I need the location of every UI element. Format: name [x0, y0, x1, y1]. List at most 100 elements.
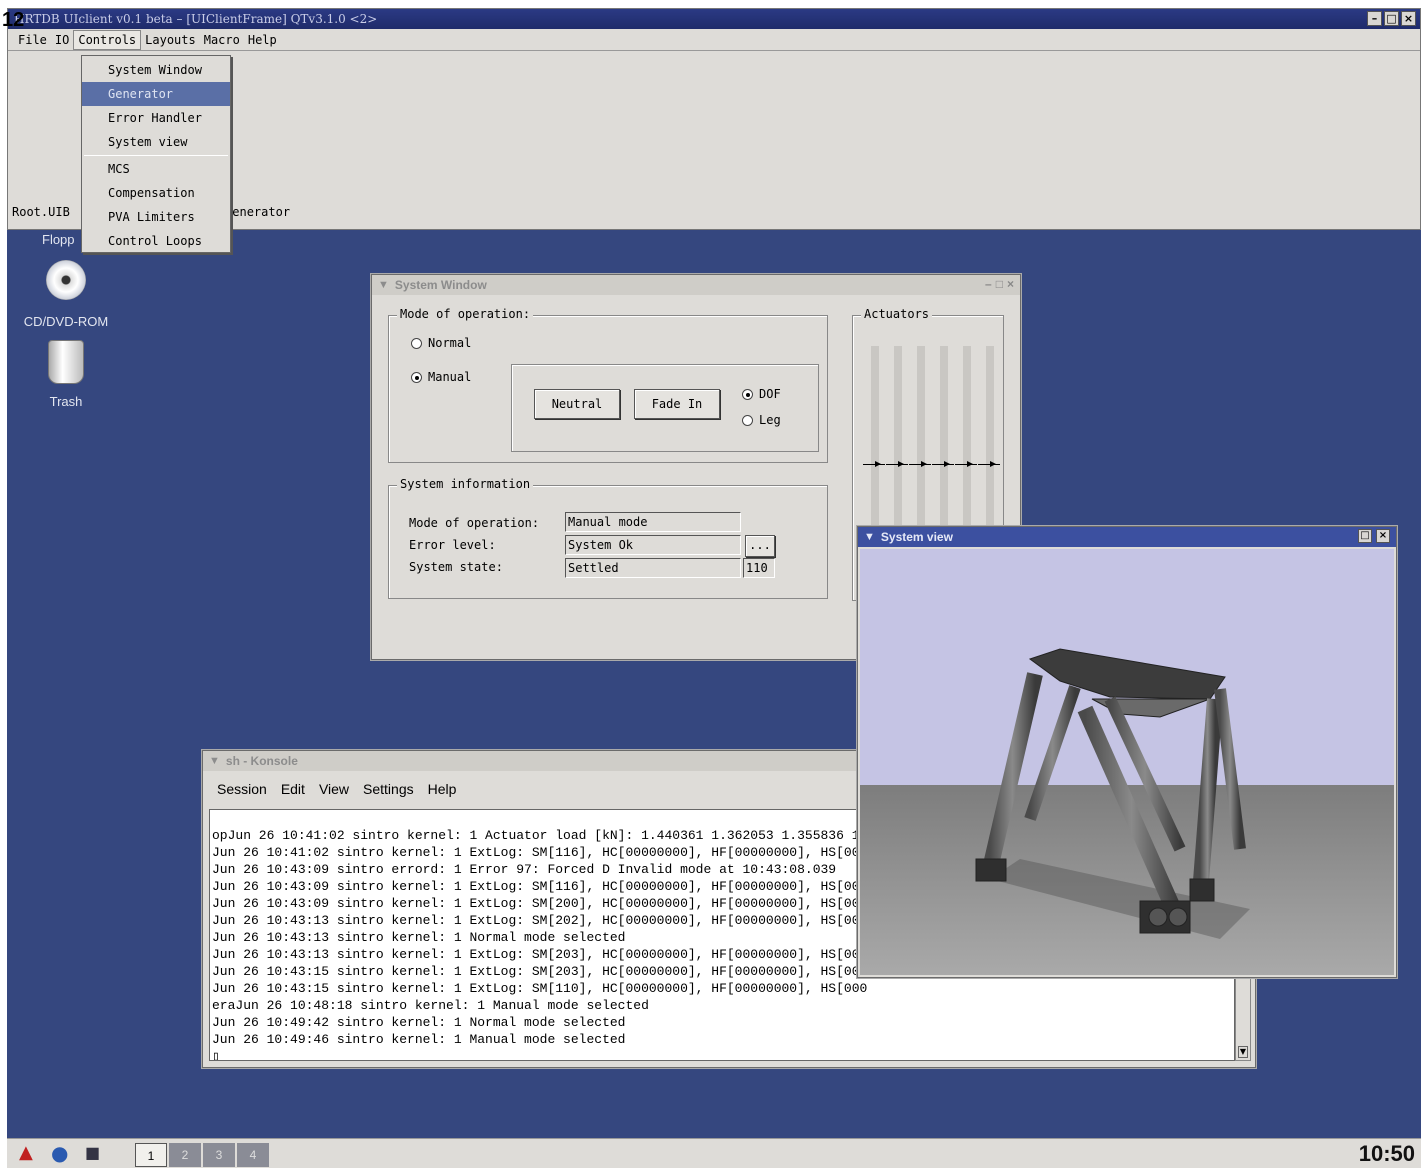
menu-item-compensation[interactable]: Compensation: [82, 181, 230, 205]
system-view-window: ▼ System view □ ×: [857, 526, 1397, 978]
system-info-title: System information: [397, 477, 534, 491]
fade-in-button[interactable]: Fade In: [634, 389, 720, 419]
figure-number: 12: [2, 9, 25, 31]
konsole-menu-edit[interactable]: Edit: [281, 781, 305, 797]
main-titlebar[interactable]: HRTDB UIclient v0.1 beta – [UIClientFram…: [8, 9, 1420, 29]
menu-item-control-loops[interactable]: Control Loops: [82, 229, 230, 253]
state-code-field: 110: [743, 558, 775, 578]
menu-macro[interactable]: Macro: [200, 31, 244, 49]
log-line: Jun 26 10:49:46 sintro kernel: 1 Manual …: [212, 1032, 626, 1047]
desktop-4-button[interactable]: 4: [237, 1143, 269, 1167]
mode-group-title: Mode of operation:: [397, 307, 534, 321]
floppy-label: Flopp: [42, 232, 75, 247]
actuator-marker-5: [955, 461, 977, 467]
mode-groupbox: Mode of operation: Normal Manual Neutral…: [388, 307, 828, 463]
log-line: Jun 26 10:43:15 sintro kernel: 1 ExtLog:…: [212, 981, 868, 996]
window-menu-icon[interactable]: ▼: [378, 279, 389, 291]
menu-layouts[interactable]: Layouts: [141, 31, 200, 49]
minimize-icon[interactable]: –: [1367, 11, 1382, 26]
radio-manual-label: Manual: [428, 370, 472, 384]
menu-help[interactable]: Help: [244, 31, 281, 49]
radio-leg-label: Leg: [759, 413, 781, 427]
label-mode: Mode of operation:: [409, 516, 540, 530]
system-info-groupbox: System information Mode of operation: Er…: [388, 477, 828, 599]
window-menu-icon[interactable]: ▼: [209, 755, 220, 767]
menu-separator: [84, 155, 228, 156]
system-window-title: System Window: [394, 278, 487, 292]
system-view-title: System view: [880, 530, 953, 544]
konsole-menu-help[interactable]: Help: [428, 781, 457, 797]
terminal-icon[interactable]: ■: [85, 1143, 100, 1162]
menu-item-generator[interactable]: Generator: [82, 82, 230, 106]
main-window-title: HRTDB UIclient v0.1 beta – [UIClientFram…: [14, 12, 378, 26]
radio-manual-indicator: [411, 371, 422, 383]
close-icon[interactable]: ×: [1376, 529, 1390, 543]
cdrom-icon: [46, 260, 86, 300]
menu-controls[interactable]: Controls: [73, 29, 142, 50]
konsole-menu-view[interactable]: View: [319, 781, 349, 797]
label-error: Error level:: [409, 538, 496, 552]
system-window-titlebar[interactable]: ▼ System Window – □ ×: [372, 275, 1020, 295]
taskbar: ▲ ● ■ 1 2 3 4 10:50: [7, 1138, 1421, 1168]
maximize-icon[interactable]: □: [1358, 529, 1372, 543]
radio-manual[interactable]: Manual: [411, 370, 471, 384]
actuator-marker-4: [932, 461, 954, 467]
status-left: Root.UIB: [12, 205, 70, 219]
clock[interactable]: 10:50: [1359, 1141, 1415, 1167]
desktop-1-button[interactable]: 1: [135, 1143, 167, 1167]
radio-normal[interactable]: Normal: [411, 336, 471, 350]
konsole-menu-session[interactable]: Session: [217, 781, 267, 797]
menu-item-system-view[interactable]: System view: [82, 130, 230, 154]
log-line: eraJun 26 10:48:18 sintro kernel: 1 Manu…: [212, 998, 649, 1013]
radio-dof[interactable]: DOF: [742, 387, 781, 401]
floppy-desktop-icon[interactable]: Flopp: [42, 232, 75, 247]
close-icon[interactable]: ×: [1007, 277, 1014, 291]
menu-io[interactable]: IO: [51, 31, 73, 49]
menu-item-system-window[interactable]: System Window: [82, 58, 230, 82]
mode-value-field: Manual mode: [565, 512, 741, 532]
menu-item-error-handler[interactable]: Error Handler: [82, 106, 230, 130]
label-state: System state:: [409, 560, 503, 574]
menu-item-pva-limiters[interactable]: PVA Limiters: [82, 205, 230, 229]
restore-icon[interactable]: □: [1384, 11, 1399, 26]
radio-dof-indicator: [742, 388, 753, 400]
menu-file[interactable]: File: [14, 31, 51, 49]
cdrom-desktop-icon[interactable]: CD/DVD-ROM: [16, 260, 116, 329]
system-view-titlebar[interactable]: ▼ System view □ ×: [858, 527, 1396, 547]
terminal-cursor: ▯: [212, 1049, 220, 1061]
desktop-3-button[interactable]: 3: [203, 1143, 235, 1167]
actuator-marker-1: [863, 461, 885, 467]
trash-icon: [48, 340, 84, 384]
actuator-marker-3: [909, 461, 931, 467]
browser-icon[interactable]: ●: [51, 1141, 68, 1165]
actuator-marker-6: [978, 461, 1000, 467]
radio-normal-indicator: [411, 337, 422, 349]
radio-normal-label: Normal: [428, 336, 472, 350]
hexapod-3d-view[interactable]: [860, 549, 1394, 975]
maximize-icon[interactable]: □: [996, 277, 1003, 291]
main-menubar: File IO Controls Layouts Macro Help: [8, 29, 1420, 51]
trash-desktop-icon[interactable]: Trash: [16, 340, 116, 409]
neutral-button[interactable]: Neutral: [534, 389, 620, 419]
error-value-field: System Ok: [565, 535, 741, 555]
desktop-pager: 1 2 3 4: [135, 1143, 269, 1167]
desktop-2-button[interactable]: 2: [169, 1143, 201, 1167]
konsole-title: sh - Konsole: [225, 754, 298, 768]
actuator-marker-2: [886, 461, 908, 467]
radio-leg[interactable]: Leg: [742, 413, 781, 427]
minimize-icon[interactable]: –: [985, 277, 992, 291]
actuators-title: Actuators: [861, 307, 933, 321]
close-icon[interactable]: ×: [1401, 11, 1416, 26]
log-line: Jun 26 10:49:42 sintro kernel: 1 Normal …: [212, 1015, 626, 1030]
trash-label: Trash: [49, 394, 83, 409]
error-details-button[interactable]: ...: [745, 535, 775, 557]
manual-controls-box: Neutral Fade In DOF Leg: [511, 364, 819, 452]
cdrom-label: CD/DVD-ROM: [23, 314, 109, 329]
kde-menu-icon[interactable]: ▲: [19, 1142, 33, 1163]
konsole-menu-settings[interactable]: Settings: [363, 781, 414, 797]
menu-item-mcs[interactable]: MCS: [82, 157, 230, 181]
window-menu-icon[interactable]: ▼: [864, 531, 875, 543]
scroll-down-icon[interactable]: ▼: [1238, 1046, 1248, 1058]
radio-leg-indicator: [742, 414, 753, 426]
controls-menu-dropdown: System Window Generator Error Handler Sy…: [81, 55, 231, 253]
